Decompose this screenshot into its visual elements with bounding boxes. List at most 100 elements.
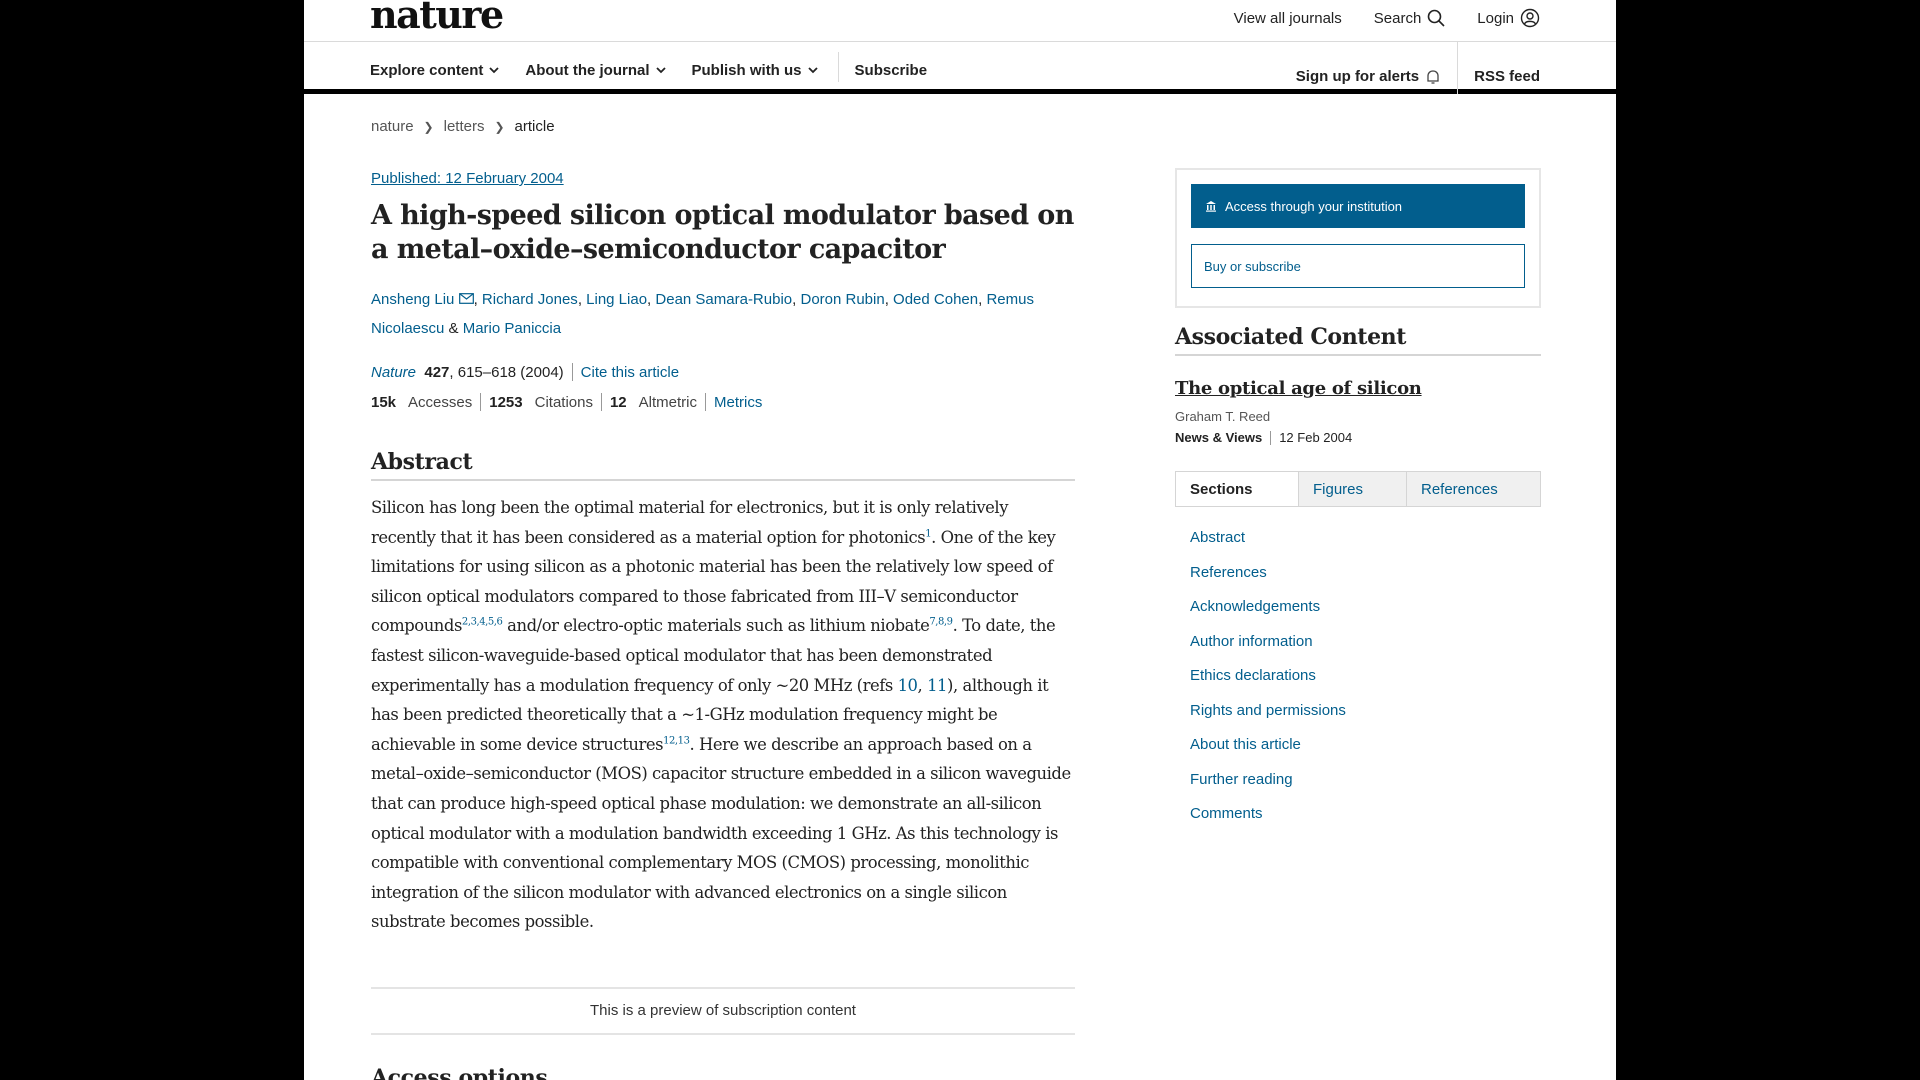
section-link-author-information[interactable]: Author information — [1190, 633, 1313, 650]
section-link-abstract[interactable]: Abstract — [1190, 529, 1245, 546]
access-options-heading: Access options — [371, 1065, 1075, 1080]
breadcrumb: nature ❯ letters ❯ article — [371, 118, 555, 135]
abstract-heading: Abstract — [371, 449, 1075, 481]
reference-link[interactable]: 12,13 — [663, 735, 690, 746]
list-item: Author information — [1190, 625, 1541, 660]
reference-link[interactable]: 2,3,4,5,6 — [462, 617, 503, 628]
cite-article-link[interactable]: Cite this article — [581, 364, 679, 381]
list-item: Further reading — [1190, 763, 1541, 798]
author-link[interactable]: Richard Jones — [482, 291, 578, 308]
nav-publish-with-us[interactable]: Publish with us — [692, 59, 818, 82]
chevron-down-icon — [489, 67, 499, 74]
accesses-count: 15k — [371, 393, 397, 411]
section-link-further-reading[interactable]: Further reading — [1190, 771, 1293, 788]
user-icon — [1520, 8, 1540, 28]
list-item: Abstract — [1190, 521, 1541, 556]
list-item: Comments — [1190, 797, 1541, 832]
buy-subscribe-button[interactable]: Buy or subscribe — [1191, 244, 1525, 288]
nav-divider — [837, 52, 839, 82]
chevron-right-icon: ❯ — [494, 119, 505, 134]
reference-link[interactable]: 10 — [898, 676, 918, 695]
reference-link[interactable]: 11 — [927, 676, 947, 695]
chevron-right-icon: ❯ — [423, 119, 434, 134]
citation-line: Nature 427 , 615–618 (2004) Cite this ar… — [371, 363, 1075, 381]
chevron-down-icon — [655, 67, 666, 74]
nav-subscribe[interactable]: Subscribe — [855, 59, 928, 82]
access-institution-button[interactable]: Access through your institution — [1191, 184, 1525, 228]
abstract-text: Silicon has long been the optimal materi… — [371, 493, 1075, 937]
reference-link[interactable]: 7,8,9 — [929, 617, 953, 628]
preview-notice: This is a preview of subscription conten… — [371, 986, 1075, 1035]
author-link[interactable]: Ansheng Liu — [371, 291, 454, 308]
search-icon — [1427, 9, 1445, 27]
breadcrumb-nature[interactable]: nature — [371, 118, 414, 135]
author-link[interactable]: Oded Cohen — [893, 291, 978, 308]
nav-explore-content[interactable]: Explore content — [370, 59, 499, 82]
access-institution-label: Access through your institution — [1225, 198, 1403, 214]
section-link-about-article[interactable]: About this article — [1190, 736, 1301, 753]
abstract-text-part: . Here we describe an approach based on … — [371, 734, 1071, 932]
view-all-journals-link[interactable]: View all journals — [1234, 10, 1342, 27]
alerts-label: Sign up for alerts — [1295, 68, 1420, 85]
citations-count: 1253 — [489, 393, 523, 411]
bell-icon — [1427, 69, 1439, 84]
article-main: Published: 12 February 2004 A high-speed… — [371, 170, 1075, 1080]
section-link-acknowledgements[interactable]: Acknowledgements — [1190, 598, 1320, 615]
author-link[interactable]: Doron Rubin — [800, 291, 884, 308]
metrics-link[interactable]: Metrics — [714, 394, 762, 411]
section-link-rights[interactable]: Rights and permissions — [1190, 702, 1346, 719]
abstract-text-part: and/or electro-optic materials such as l… — [502, 616, 930, 636]
author-list: Ansheng Liu , Richard Jones, Ling Liao, … — [371, 291, 1034, 337]
divider — [571, 363, 573, 381]
list-item: Ethics declarations — [1190, 659, 1541, 694]
associated-author: Graham T. Reed — [1175, 409, 1271, 424]
main-nav: Explore content About the journal Publis… — [304, 42, 1616, 94]
published-date-link[interactable]: Published: 12 February 2004 — [371, 170, 1075, 187]
top-bar: nature View all journals Search Login — [304, 0, 1616, 42]
tab-sections[interactable]: Sections — [1176, 472, 1298, 506]
associated-type: News & Views — [1175, 430, 1263, 445]
top-links: View all journals Search Login — [1234, 8, 1540, 28]
abstract-text-part: , — [917, 675, 928, 695]
tab-figures[interactable]: Figures — [1298, 472, 1406, 506]
divider — [705, 393, 706, 411]
metrics-line: 15k Accesses 1253 Citations 12 Altmetric… — [371, 393, 1075, 411]
chevron-down-icon — [807, 67, 818, 74]
sidebar: Access through your institution Buy or s… — [1175, 168, 1541, 832]
divider — [600, 393, 602, 411]
altmetric-count: 12 — [609, 393, 627, 411]
rss-feed-link[interactable]: RSS feed — [1474, 68, 1540, 85]
login-button[interactable]: Login — [1477, 8, 1540, 28]
section-link-ethics[interactable]: Ethics declarations — [1190, 667, 1316, 684]
article-title: A high-speed silicon optical modulator b… — [371, 200, 1074, 265]
sidebar-tabs: Sections Figures References — [1175, 471, 1541, 507]
section-link-comments[interactable]: Comments — [1190, 805, 1263, 822]
divider — [480, 393, 482, 411]
citations-label: Citations — [534, 393, 593, 411]
associated-date: 12 Feb 2004 — [1279, 430, 1353, 445]
journal-link[interactable]: Nature — [371, 364, 416, 381]
nature-logo[interactable]: nature — [370, 0, 504, 37]
mail-icon[interactable] — [458, 293, 474, 304]
author-link[interactable]: Dean Samara-Rubio — [655, 291, 792, 308]
accesses-label: Accesses — [408, 393, 473, 411]
author-link[interactable]: Ling Liao — [586, 291, 647, 308]
divider — [1270, 430, 1272, 445]
nav-explore-label: Explore content — [370, 62, 484, 79]
pages: , 615–618 (2004) — [449, 363, 564, 381]
associated-article-link[interactable]: The optical age of silicon — [1175, 378, 1541, 399]
page: nature View all journals Search Login Ex… — [304, 0, 1616, 1080]
author-link[interactable]: Mario Paniccia — [463, 320, 561, 337]
nav-publish-label: Publish with us — [691, 62, 802, 79]
associated-meta: News & Views 12 Feb 2004 — [1175, 430, 1541, 445]
list-item: References — [1190, 556, 1541, 591]
sign-up-alerts-button[interactable]: Sign up for alerts — [1296, 68, 1441, 85]
breadcrumb-letters[interactable]: letters — [444, 118, 485, 135]
volume: 427 — [424, 363, 450, 381]
nav-about-journal[interactable]: About the journal — [525, 59, 666, 82]
search-label: Search — [1373, 9, 1422, 27]
altmetric-label: Altmetric — [638, 393, 697, 411]
tab-references[interactable]: References — [1406, 472, 1540, 506]
section-link-references[interactable]: References — [1190, 564, 1267, 581]
search-button[interactable]: Search — [1374, 9, 1446, 27]
